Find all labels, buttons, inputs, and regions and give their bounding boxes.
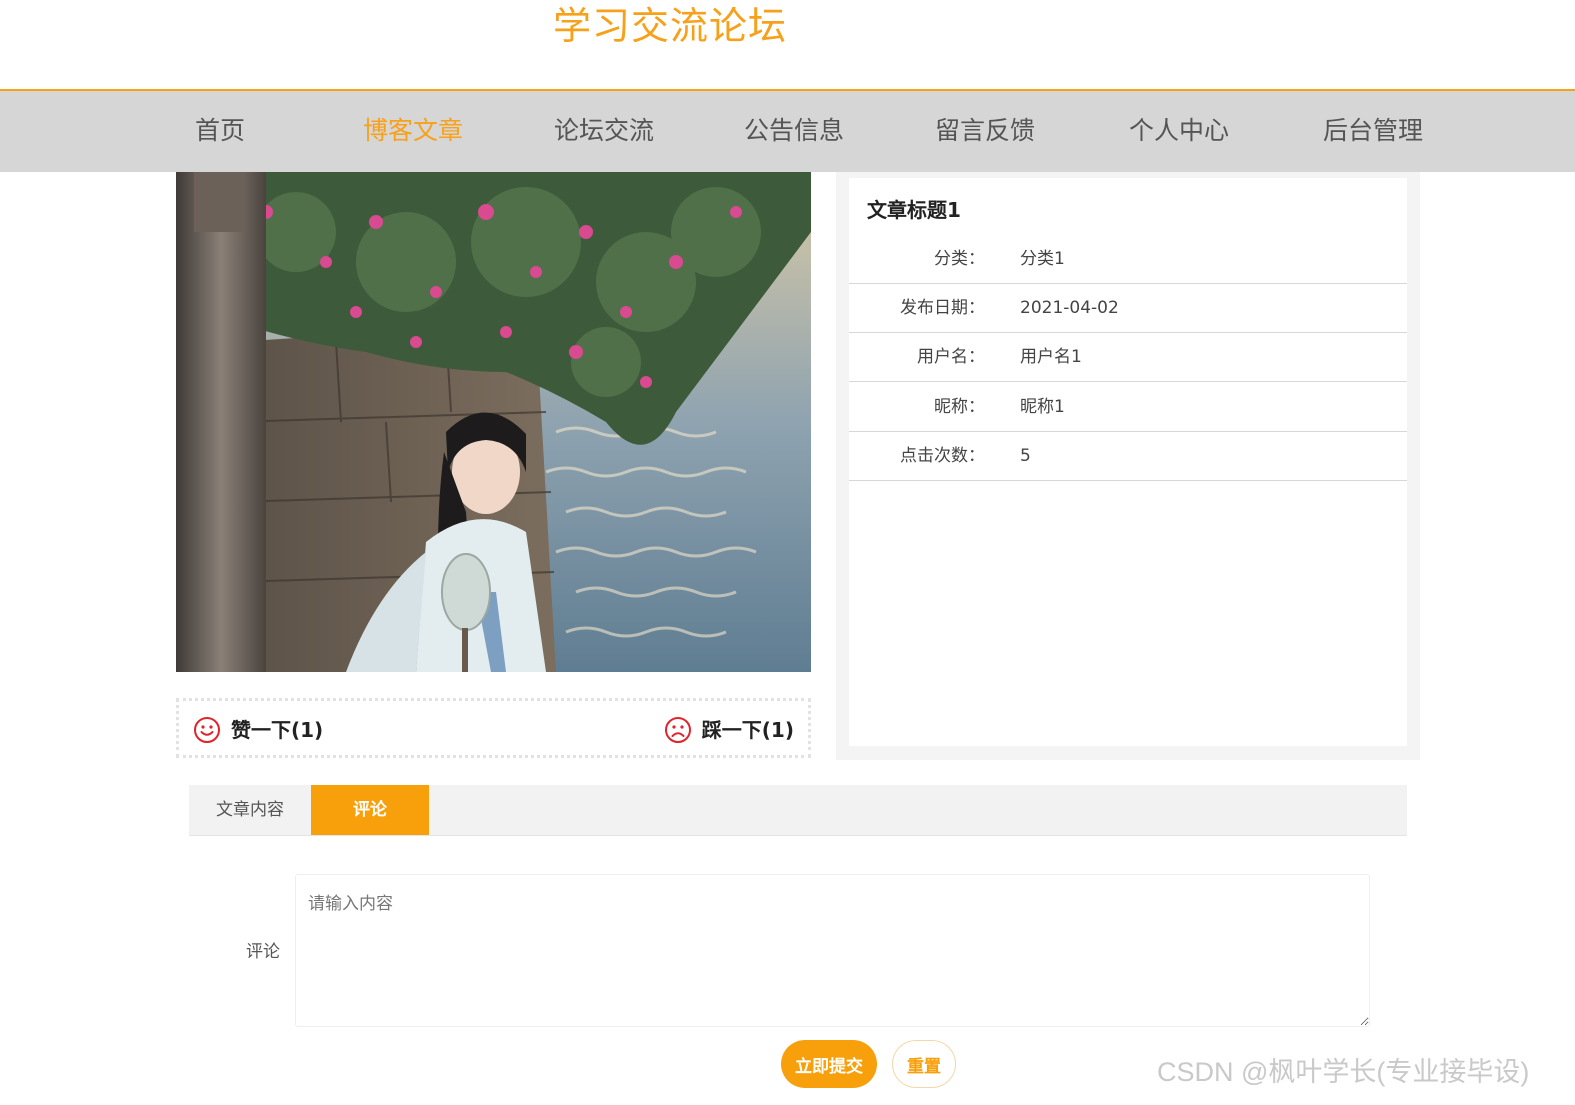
info-key: 昵称： bbox=[934, 397, 985, 417]
nav-item-admin[interactable]: 后台管理 bbox=[1323, 111, 1423, 151]
article-cover-image bbox=[176, 172, 811, 672]
nav-item-personal-center[interactable]: 个人中心 bbox=[1129, 111, 1229, 151]
nav-item-announcements[interactable]: 公告信息 bbox=[744, 111, 844, 151]
main-nav: 首页 博客文章 论坛交流 公告信息 留言反馈 个人中心 后台管理 bbox=[0, 89, 1575, 172]
dislike-count-label: 踩一下(1) bbox=[701, 718, 794, 742]
info-value: 用户名1 bbox=[1020, 347, 1082, 367]
info-row-publish-date: 发布日期： 2021-04-02 bbox=[849, 284, 1407, 333]
article-info-panel: 文章标题1 分类： 分类1 发布日期： 2021-04-02 用户名： 用户名1… bbox=[836, 172, 1420, 760]
info-key: 点击次数： bbox=[900, 446, 985, 466]
info-row-click-count: 点击次数： 5 bbox=[849, 432, 1407, 481]
reset-button[interactable]: 重置 bbox=[892, 1040, 956, 1088]
like-count-label: 赞一下(1) bbox=[231, 718, 324, 742]
info-value: 5 bbox=[1020, 446, 1031, 466]
article-title: 文章标题1 bbox=[867, 198, 961, 222]
nav-item-feedback[interactable]: 留言反馈 bbox=[935, 111, 1035, 151]
csdn-watermark: CSDN @枫叶学长(专业接毕设) bbox=[1157, 1057, 1530, 1087]
info-value: 2021-04-02 bbox=[1020, 298, 1119, 318]
info-row-username: 用户名： 用户名1 bbox=[849, 333, 1407, 382]
site-title: 学习交流论坛 bbox=[553, 4, 788, 48]
info-row-nickname: 昵称： 昵称1 bbox=[849, 383, 1407, 432]
nav-item-blog-articles[interactable]: 博客文章 bbox=[363, 111, 463, 151]
like-button[interactable]: 赞一下(1) bbox=[193, 715, 323, 745]
tab-comment[interactable]: 评论 bbox=[311, 785, 429, 835]
info-key: 分类： bbox=[934, 249, 985, 269]
smile-icon bbox=[193, 716, 221, 744]
vote-bar: 赞一下(1) 踩一下(1) bbox=[176, 698, 811, 758]
comment-input[interactable] bbox=[295, 874, 1370, 1027]
info-value: 昵称1 bbox=[1020, 397, 1065, 417]
info-value: 分类1 bbox=[1020, 249, 1065, 269]
dislike-button[interactable]: 踩一下(1) bbox=[664, 715, 794, 745]
info-key: 发布日期： bbox=[900, 298, 985, 318]
nav-item-home[interactable]: 首页 bbox=[195, 111, 245, 151]
submit-button[interactable]: 立即提交 bbox=[781, 1040, 877, 1088]
tab-article-content[interactable]: 文章内容 bbox=[189, 785, 311, 835]
nav-item-forum[interactable]: 论坛交流 bbox=[554, 111, 654, 151]
info-key: 用户名： bbox=[917, 347, 985, 367]
article-info-card: 文章标题1 分类： 分类1 发布日期： 2021-04-02 用户名： 用户名1… bbox=[849, 178, 1407, 746]
comment-field-label: 评论 bbox=[246, 942, 280, 962]
info-row-category: 分类： 分类1 bbox=[849, 235, 1407, 284]
content-tab-bar: 文章内容 评论 bbox=[189, 785, 1407, 836]
frown-icon bbox=[664, 716, 692, 744]
